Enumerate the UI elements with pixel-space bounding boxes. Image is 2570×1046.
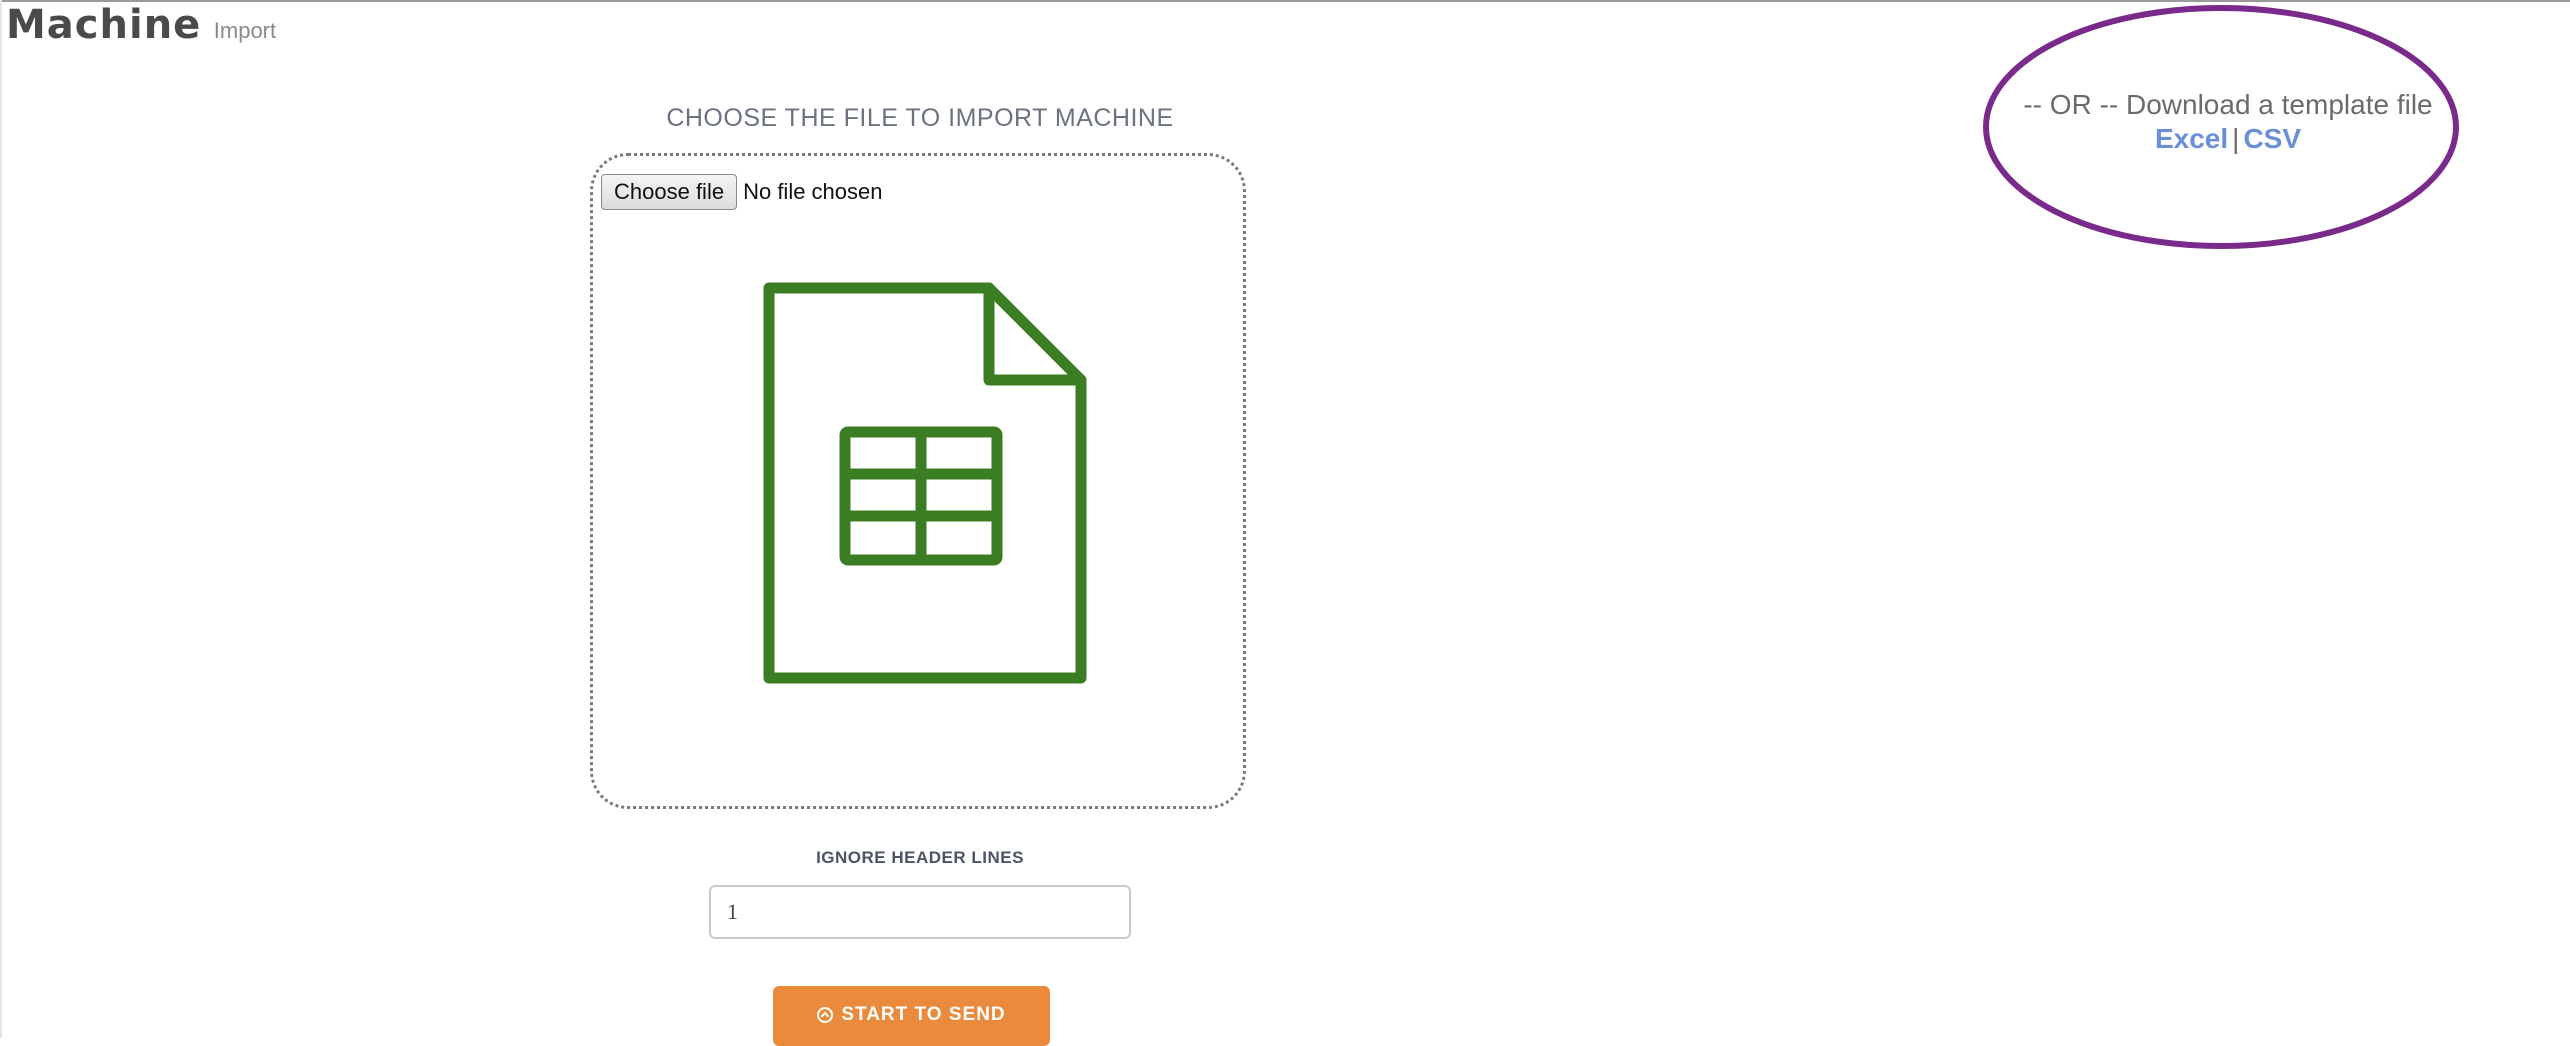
left-border: [0, 0, 2, 1038]
excel-template-link[interactable]: Excel: [2155, 123, 2228, 154]
file-status-text: No file chosen: [743, 179, 883, 204]
spreadsheet-file-icon: [763, 282, 1087, 684]
import-section-title: CHOOSE THE FILE TO IMPORT MACHINE: [666, 104, 1174, 132]
start-to-send-label: START TO SEND: [841, 1004, 1006, 1025]
template-download: -- OR -- Download a template file Excel |…: [1998, 88, 2458, 156]
template-links: Excel | CSV: [1998, 122, 2458, 156]
choose-file-button[interactable]: Choose file: [601, 174, 738, 210]
page-header: Machine Import: [6, 2, 276, 48]
top-border: [0, 0, 2570, 2]
ignore-header-lines-input[interactable]: [709, 885, 1131, 939]
template-download-text: -- OR -- Download a template file: [2023, 89, 2433, 120]
start-to-send-button[interactable]: START TO SEND: [773, 986, 1050, 1046]
arrow-up-circle-icon: [817, 1007, 834, 1023]
page-subtitle: Import: [213, 18, 277, 43]
link-separator: |: [2232, 123, 2240, 154]
ignore-header-lines-label: IGNORE HEADER LINES: [816, 848, 1024, 867]
page-title: Machine: [6, 2, 202, 48]
file-dropzone[interactable]: Choose file No file chosen: [590, 153, 1246, 809]
csv-template-link[interactable]: CSV: [2243, 123, 2301, 154]
file-input[interactable]: Choose file No file chosen: [601, 174, 883, 210]
